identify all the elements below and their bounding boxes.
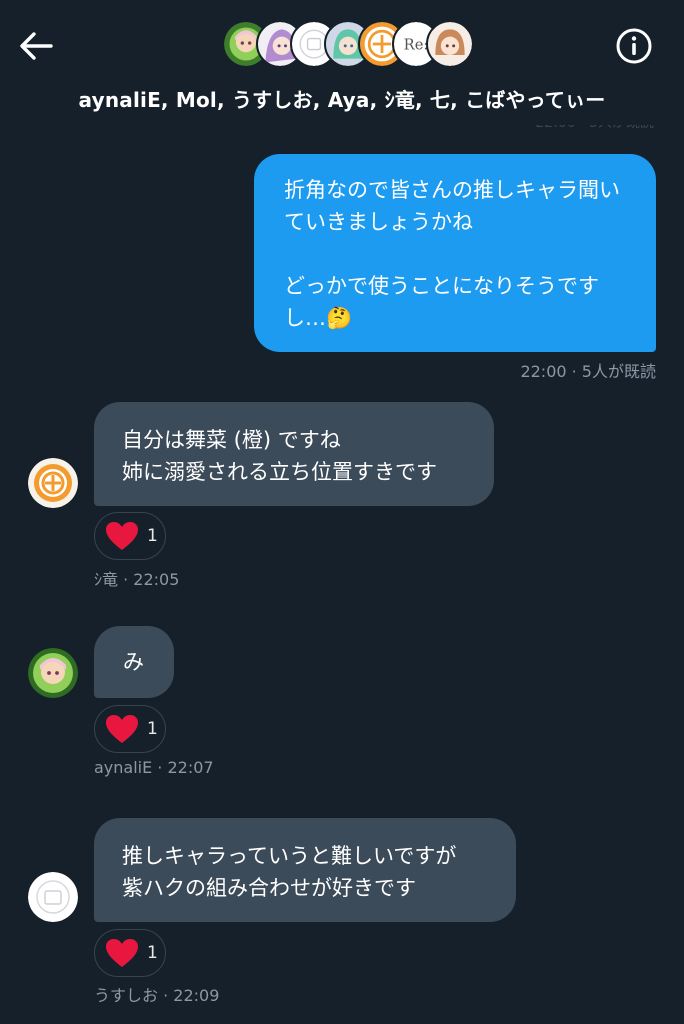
reaction-heart[interactable]: 1 bbox=[94, 929, 166, 977]
message-bubble-received[interactable]: 推しキャラっていうと難しいですが 紫ハクの組み合わせが好きです bbox=[94, 818, 516, 922]
reaction-count: 1 bbox=[147, 719, 158, 739]
message-meta-received: ｼ竜 · 22:05 bbox=[94, 570, 180, 589]
message-meta-sent: 22:00 · 5人が既読 bbox=[520, 362, 656, 381]
message-meta-received: うすしお · 22:09 bbox=[94, 986, 220, 1005]
avatar-aynalie[interactable] bbox=[28, 648, 78, 698]
avatar-usushio[interactable] bbox=[28, 872, 78, 922]
heart-icon bbox=[106, 522, 138, 550]
reaction-count: 1 bbox=[147, 943, 158, 963]
group-avatar-stack[interactable]: Re: bbox=[222, 20, 474, 70]
avatar-text-re: Re: bbox=[404, 37, 429, 54]
member-avatar-kobayatty bbox=[426, 20, 474, 68]
back-button[interactable] bbox=[14, 26, 58, 66]
reaction-count: 1 bbox=[147, 526, 158, 546]
reaction-heart[interactable]: 1 bbox=[94, 705, 166, 753]
message-bubble-sent[interactable]: 折角なので皆さんの推しキャラ聞いていきましょうかね どっかで使うことになりそうで… bbox=[254, 154, 656, 352]
back-arrow-icon bbox=[20, 32, 53, 60]
heart-icon bbox=[106, 715, 138, 743]
conversation-header: Re: aynaliE, Mol, うすしお, Aya, ｼ竜, 七, こばやっ… bbox=[0, 0, 684, 125]
message-bubble-received[interactable]: 自分は舞菜 (橙) ですね 姉に溺愛される立ち位置すきです bbox=[94, 402, 494, 506]
message-meta-received: aynaliE · 22:07 bbox=[94, 758, 214, 777]
dm-conversation-screen: 22:00 · 5人が既読 bbox=[0, 0, 684, 1024]
info-icon bbox=[616, 28, 652, 64]
heart-icon bbox=[106, 939, 138, 967]
avatar-shiryu[interactable] bbox=[28, 458, 78, 508]
conversation-info-button[interactable] bbox=[612, 24, 656, 68]
group-name[interactable]: aynaliE, Mol, うすしお, Aya, ｼ竜, 七, こばやってぃー bbox=[0, 84, 684, 113]
message-bubble-received[interactable]: み bbox=[94, 626, 174, 698]
reaction-heart[interactable]: 1 bbox=[94, 512, 166, 560]
